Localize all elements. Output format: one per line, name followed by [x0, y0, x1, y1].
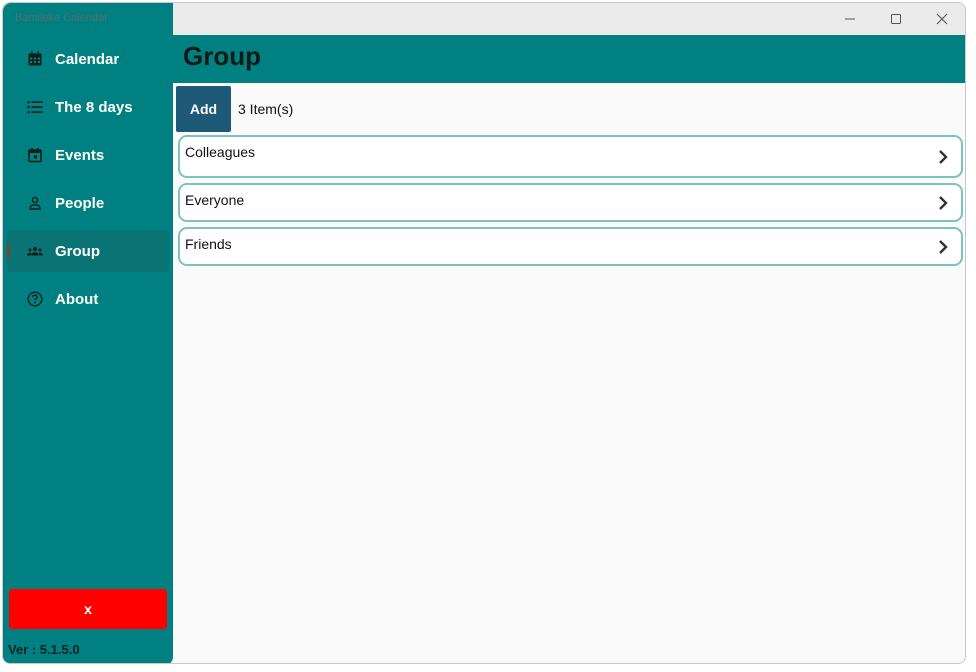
sidebar-item-events[interactable]: Events [7, 134, 169, 176]
list-item[interactable]: Everyone [178, 183, 963, 222]
window-title: Bamileke Calendar [15, 12, 108, 24]
sidebar-item-label: Group [55, 242, 100, 260]
help-circle-icon [27, 291, 43, 307]
sidebar-item-label: About [55, 290, 99, 308]
chevron-right-icon [939, 240, 948, 254]
group-name: Everyone [185, 192, 245, 208]
sidebar-item-label: People [55, 194, 105, 212]
add-button[interactable]: Add [176, 86, 231, 132]
event-icon [28, 148, 42, 163]
group-icon [27, 246, 43, 256]
item-count: 3 Item(s) [238, 101, 294, 117]
chevron-right-icon [939, 150, 948, 164]
person-icon [29, 196, 41, 210]
exit-button[interactable]: x [9, 589, 167, 629]
sidebar-item-calendar[interactable]: Calendar [7, 38, 169, 80]
page-title: Group [183, 41, 261, 71]
app-window: Bamileke Calendar Calendar The 8 days Ev… [2, 2, 966, 664]
sidebar-item-group[interactable]: Group [7, 230, 169, 272]
maximize-icon [891, 14, 901, 24]
minimize-icon [845, 18, 855, 20]
list-item[interactable]: Friends [178, 227, 963, 266]
maximize-button[interactable] [873, 3, 919, 35]
group-name: Colleagues [185, 144, 256, 160]
chevron-right-icon [939, 196, 948, 210]
calendar-icon [28, 51, 42, 66]
sidebar: Bamileke Calendar Calendar The 8 days Ev… [3, 3, 173, 663]
version-label: Ver : 5.1.5.0 [8, 642, 80, 657]
sidebar-item-label: Calendar [55, 50, 120, 68]
sidebar-item-the-8-days[interactable]: The 8 days [7, 86, 169, 128]
minimize-button[interactable] [827, 3, 873, 35]
sidebar-item-label: The 8 days [55, 98, 133, 116]
list-item[interactable]: Colleagues [178, 135, 963, 178]
sidebar-item-label: Events [55, 146, 105, 164]
close-icon [936, 13, 948, 25]
group-name: Friends [185, 236, 232, 252]
page-header: Group [173, 35, 965, 83]
close-window-button[interactable] [919, 3, 965, 35]
list-icon [27, 101, 43, 114]
sidebar-item-people[interactable]: People [7, 182, 169, 224]
sidebar-item-about[interactable]: About [7, 278, 169, 320]
